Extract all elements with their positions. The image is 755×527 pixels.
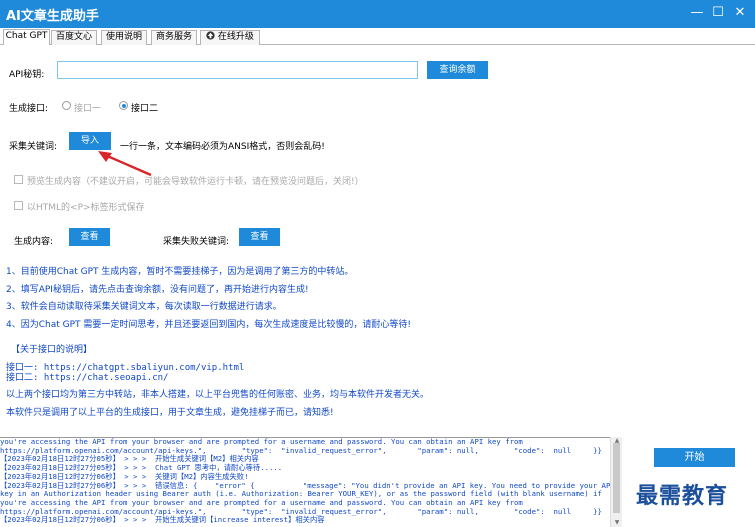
- title-bar: AI文章生成助手 — ☐ ✕: [0, 0, 755, 28]
- chat-gpt-panel: API秘钥: 查询余额 生成接口: 接口一 接口二 采集关键词: 导入 一行一条…: [1, 45, 753, 435]
- api-key-label: API秘钥:: [9, 70, 45, 80]
- tab-usage-guide[interactable]: 使用说明: [101, 30, 147, 45]
- failed-keyword-label: 采集失败关键词:: [163, 237, 230, 247]
- view-failed-button[interactable]: 查看: [239, 228, 280, 246]
- html-checkbox[interactable]: [14, 201, 23, 210]
- note-2: 2、填写API秘钥后，请先点击查询余额，没有问题了，再开始进行内容生成!: [6, 285, 309, 295]
- tab-baidu-wenxin[interactable]: 百度文心: [51, 30, 97, 45]
- query-balance-button[interactable]: 查询余额: [427, 61, 488, 79]
- interface-label: 生成接口:: [9, 104, 49, 114]
- watermark: 最需教育: [636, 483, 729, 509]
- log-output[interactable]: you're accessing the API from your brows…: [0, 437, 610, 527]
- interface-two-url: 接口二: https://chat.seoapi.cn/: [6, 373, 169, 383]
- note-1: 1、目前使用Chat GPT 生成内容，暂时不需要挂梯子，因为是调用了第三方的中…: [6, 267, 354, 277]
- interface-two-label: 接口二: [131, 104, 159, 114]
- log-line: 【2023年02月18日12时27分06秒】 > > > 开始生成关键词【inc…: [0, 515, 325, 525]
- scroll-down-icon[interactable]: ▼: [612, 519, 622, 527]
- interface-one-label: 接口一: [74, 104, 102, 114]
- tab-online-upgrade[interactable]: 在线升级: [200, 30, 260, 45]
- note-3: 3、软件会自动读取待采集关键词文本，每次读取一行数据进行请求。: [6, 302, 282, 312]
- view-content-button[interactable]: 查看: [69, 228, 110, 246]
- preview-checkbox-label: 预览生成内容（不建议开启，可能会导致软件运行卡顿，请在预览没问题后，关闭!）: [27, 177, 364, 187]
- keyword-label: 采集关键词:: [9, 142, 58, 152]
- scrollbar-thumb[interactable]: [613, 443, 620, 513]
- import-button[interactable]: 导入: [69, 132, 111, 150]
- tab-label: 百度文心: [55, 32, 92, 42]
- maximize-button[interactable]: ☐: [709, 4, 727, 22]
- interface-info-note-1: 以上两个接口均为第三方中转站，非本人搭建，以上平台兜售的任何账密、业务，均与本软…: [6, 390, 430, 400]
- interface-one-radio[interactable]: [62, 101, 71, 110]
- html-checkbox-label: 以HTML的<P>标签形式保存: [27, 203, 145, 213]
- content-label: 生成内容:: [14, 237, 54, 247]
- preview-checkbox[interactable]: [14, 175, 23, 184]
- interface-info-note-2: 本软件只是调用了以上平台的生成接口，用于文章生成，避免挂梯子而已，请知悉!: [6, 408, 334, 418]
- window-title: AI文章生成助手: [6, 9, 99, 24]
- upgrade-arrow-icon: [206, 31, 215, 40]
- tab-strip: Chat GPT 百度文心 使用说明 商务服务 在线升级: [0, 28, 755, 46]
- log-scrollbar[interactable]: ▲ ▼: [610, 437, 622, 527]
- start-button[interactable]: 开始: [654, 448, 735, 467]
- tab-business-service[interactable]: 商务服务: [151, 30, 197, 45]
- tab-label: 在线升级: [217, 32, 254, 42]
- interface-info-heading: 【关于接口的说明】: [11, 345, 93, 355]
- tab-chat-gpt[interactable]: Chat GPT: [3, 29, 50, 46]
- tab-label: Chat GPT: [5, 31, 48, 41]
- api-key-input[interactable]: [57, 61, 418, 79]
- interface-two-radio[interactable]: [119, 101, 128, 110]
- tab-label: 使用说明: [105, 32, 142, 42]
- tab-label: 商务服务: [155, 32, 192, 42]
- minimize-button[interactable]: —: [688, 4, 706, 22]
- close-button[interactable]: ✕: [731, 4, 749, 22]
- note-4: 4、因为Chat GPT 需要一定时间思考，并且还要返回到国内，每次生成速度是比…: [6, 320, 411, 330]
